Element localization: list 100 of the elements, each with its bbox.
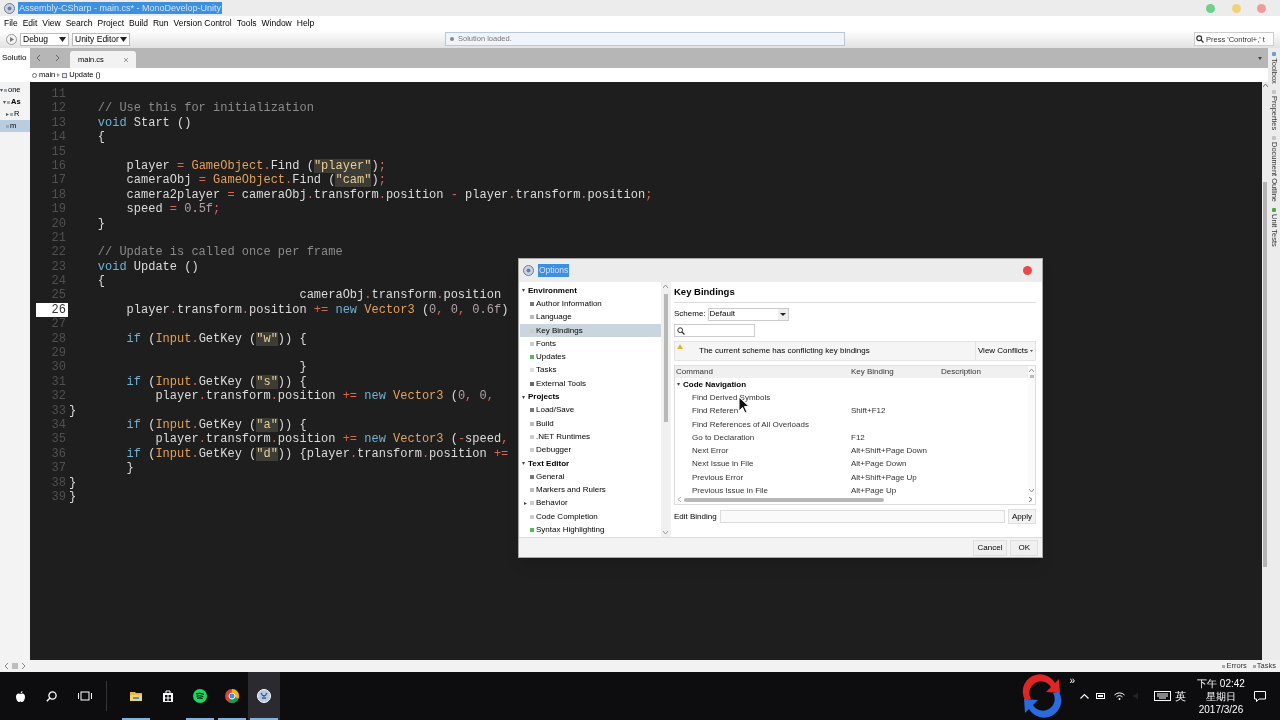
tree-item[interactable]: Debugger <box>520 443 661 457</box>
overflow-button[interactable]: » <box>1069 673 1075 688</box>
expanded-icon[interactable] <box>522 289 525 293</box>
table-cell[interactable]: Next Issue in File <box>692 459 754 469</box>
menu-item[interactable]: Search <box>65 16 93 30</box>
ok-button[interactable]: OK <box>1010 539 1038 556</box>
page-icon <box>530 434 534 439</box>
scroll-up-icon[interactable] <box>1262 84 1268 87</box>
expanded-icon[interactable] <box>522 462 525 465</box>
keyboard-icon[interactable] <box>1154 691 1171 701</box>
menu-item[interactable]: Run <box>152 16 169 30</box>
tree-item[interactable]: Language <box>520 310 661 324</box>
tree-item[interactable]: Key Bindings <box>520 323 661 338</box>
table-cell: Alt+Page Down <box>851 459 907 469</box>
tree-group[interactable]: Environment <box>528 284 577 297</box>
tree-group[interactable]: Projects <box>528 391 560 403</box>
forward-icon[interactable] <box>55 55 59 61</box>
battery-icon[interactable] <box>1096 693 1106 699</box>
menu-item[interactable]: File <box>4 16 18 30</box>
table-cell[interactable]: Next Error <box>692 446 729 456</box>
scroll-down-icon[interactable] <box>1029 489 1034 492</box>
tree-item[interactable]: Fonts <box>520 337 661 351</box>
tree-item[interactable]: Syntax Highlighting <box>520 523 661 537</box>
table-group[interactable]: Code Navigation <box>683 378 747 391</box>
task-view-icon[interactable] <box>78 691 92 701</box>
collapsed-icon[interactable] <box>6 112 9 116</box>
tree-item[interactable]: Code Completion <box>520 510 661 524</box>
pad-title[interactable]: Solutio <box>0 52 27 64</box>
expanded-icon[interactable] <box>677 383 680 387</box>
tree-item[interactable]: Build <box>520 416 661 431</box>
tree-item[interactable]: Markers and Rulers <box>520 483 661 497</box>
pad-icon <box>1272 208 1276 213</box>
table-cell: Alt+Page Up <box>851 486 897 495</box>
menu-item[interactable]: Window <box>261 16 292 30</box>
cancel-button[interactable]: Cancel <box>972 539 1008 556</box>
scroll-right-icon[interactable] <box>1029 497 1032 502</box>
table-cell[interactable]: Go to Declaration <box>692 432 755 442</box>
close-icon[interactable] <box>124 57 128 62</box>
close-button[interactable] <box>1023 266 1032 275</box>
file-icon <box>4 88 7 92</box>
table-cell[interactable]: Previous Error <box>692 472 744 482</box>
scrollbar-thumb[interactable] <box>1263 182 1267 567</box>
menu-item[interactable]: Help <box>296 16 315 30</box>
menu-item[interactable]: Tools <box>236 16 257 30</box>
menu-item[interactable]: Version Control <box>173 16 232 30</box>
expanded-icon[interactable] <box>0 88 3 92</box>
scheme-label: Scheme: <box>674 308 706 320</box>
back-icon[interactable] <box>37 55 41 61</box>
tree-item[interactable]: Updates <box>520 350 661 364</box>
expanded-icon[interactable] <box>522 395 525 399</box>
table-cell[interactable]: Previous Issue in File <box>692 486 769 495</box>
code-line: } <box>298 360 307 375</box>
notification-icon[interactable] <box>1254 690 1266 702</box>
dialog-title: Options <box>538 264 570 277</box>
scheme-dropdown[interactable]: Default <box>707 307 789 321</box>
chevron-up-icon[interactable] <box>1080 693 1089 699</box>
tree-item[interactable]: General <box>520 470 661 484</box>
table-cell[interactable]: Find Derived Symbols <box>692 392 771 402</box>
page-icon <box>530 341 534 346</box>
tree-item[interactable]: Author Information <box>520 297 661 311</box>
tree-item[interactable]: .NET Runtimes <box>520 430 661 444</box>
target-dropdown[interactable]: Unity Editor <box>72 32 130 46</box>
binding-field[interactable] <box>719 510 1005 523</box>
scrollbar-thumb[interactable] <box>1029 375 1034 378</box>
table-cell[interactable]: Find Referen <box>692 406 739 416</box>
filter-field[interactable] <box>674 324 755 337</box>
input-method-indicator[interactable]: 英 <box>1175 687 1186 705</box>
scrollbar-thumb[interactable] <box>663 294 668 422</box>
table-cell[interactable]: Find References of All Overloads <box>692 419 809 429</box>
tree-item[interactable]: Load/Save <box>520 403 661 417</box>
code-line: player.transform.position += new Vector3 (-speed, <box>154 432 509 447</box>
clock[interactable]: 下午 02:42 星期日 2017/3/26 <box>1196 676 1246 716</box>
page-icon <box>530 528 534 532</box>
view-conflicts-button[interactable]: View Conflicts <box>974 342 1035 360</box>
taskbar-button[interactable] <box>248 672 280 720</box>
menu-item[interactable]: Edit <box>22 16 38 30</box>
code-line: player.transform.position += new Vector3 (0, 0, <box>154 389 494 404</box>
tree-item[interactable]: Tasks <box>520 363 661 378</box>
browser-icon <box>224 688 240 704</box>
tree-item[interactable]: External Tools <box>520 377 661 391</box>
collapsed-icon[interactable] <box>524 501 527 505</box>
column-header[interactable]: Command <box>675 366 850 378</box>
fruit-icon[interactable] <box>16 690 25 702</box>
scrollbar-thumb[interactable] <box>684 497 884 502</box>
column-header[interactable]: Description <box>940 366 1028 378</box>
search-icon[interactable] <box>46 690 57 702</box>
tree-group[interactable]: Text Editor <box>528 457 570 470</box>
play-icon[interactable] <box>6 33 17 45</box>
menu-item[interactable]: Build <box>129 16 148 30</box>
tree-item[interactable]: Behavior <box>520 496 661 511</box>
menu-item[interactable]: View <box>42 16 61 30</box>
scroll-up-icon[interactable] <box>1029 369 1034 372</box>
wifi-icon[interactable] <box>1114 692 1125 700</box>
menu-item[interactable]: Project <box>97 16 125 30</box>
column-header[interactable]: Key Binding <box>850 366 940 378</box>
caret-icon[interactable] <box>1258 57 1262 60</box>
expanded-icon[interactable] <box>3 100 6 104</box>
configuration-dropdown[interactable]: Debug <box>20 32 69 46</box>
scroll-control-icon[interactable] <box>4 662 26 670</box>
apply-button[interactable]: Apply <box>1008 509 1036 524</box>
